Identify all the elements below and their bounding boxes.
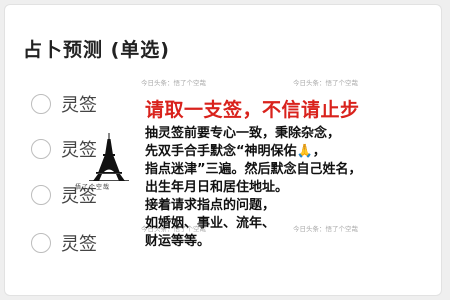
eiffel-tower-icon xyxy=(89,133,129,181)
instruction-line: 先双手合手默念“神明保佑🙏， xyxy=(145,144,326,159)
radio-button[interactable] xyxy=(31,185,51,205)
question-card: 占卜预测 (单选) 今日头条：悟了个空哉 今日头条：悟了个空哉 今日头条：悟了个… xyxy=(4,4,442,296)
radio-button[interactable] xyxy=(31,94,51,114)
tower-caption: 悟了个空哉 xyxy=(75,184,111,191)
instruction-line: 接着请求指点的问题， xyxy=(145,198,276,213)
option-2[interactable]: 灵签 xyxy=(31,135,97,163)
option-label: 灵签 xyxy=(61,234,97,255)
instruction-line: 如婚姻、事业、流年、 xyxy=(145,216,276,231)
option-4[interactable]: 灵签 xyxy=(31,229,97,257)
instruction-line: 财运等等。 xyxy=(145,234,211,249)
watermark: 今日头条：悟了个空哉 xyxy=(141,79,206,87)
option-1[interactable]: 灵签 xyxy=(31,90,97,118)
option-label: 灵签 xyxy=(61,95,97,116)
overlay-instructions: 抽灵签前要专心一致，秉除杂念， 先双手合手默念“神明保佑🙏， 指点迷津”三遍。然… xyxy=(145,125,405,251)
watermark: 今日头条：悟了个空哉 xyxy=(293,79,358,87)
radio-button[interactable] xyxy=(31,233,51,253)
overlay-headline: 请取一支签，不信请止步 xyxy=(145,99,360,121)
radio-button[interactable] xyxy=(31,139,51,159)
instruction-line: 指点迷津”三遍。然后默念自己姓名， xyxy=(145,162,362,177)
instruction-line: 出生年月日和居住地址。 xyxy=(145,180,289,195)
question-title: 占卜预测 (单选) xyxy=(23,39,170,61)
instruction-line: 抽灵签前要专心一致，秉除杂念， xyxy=(145,126,341,141)
